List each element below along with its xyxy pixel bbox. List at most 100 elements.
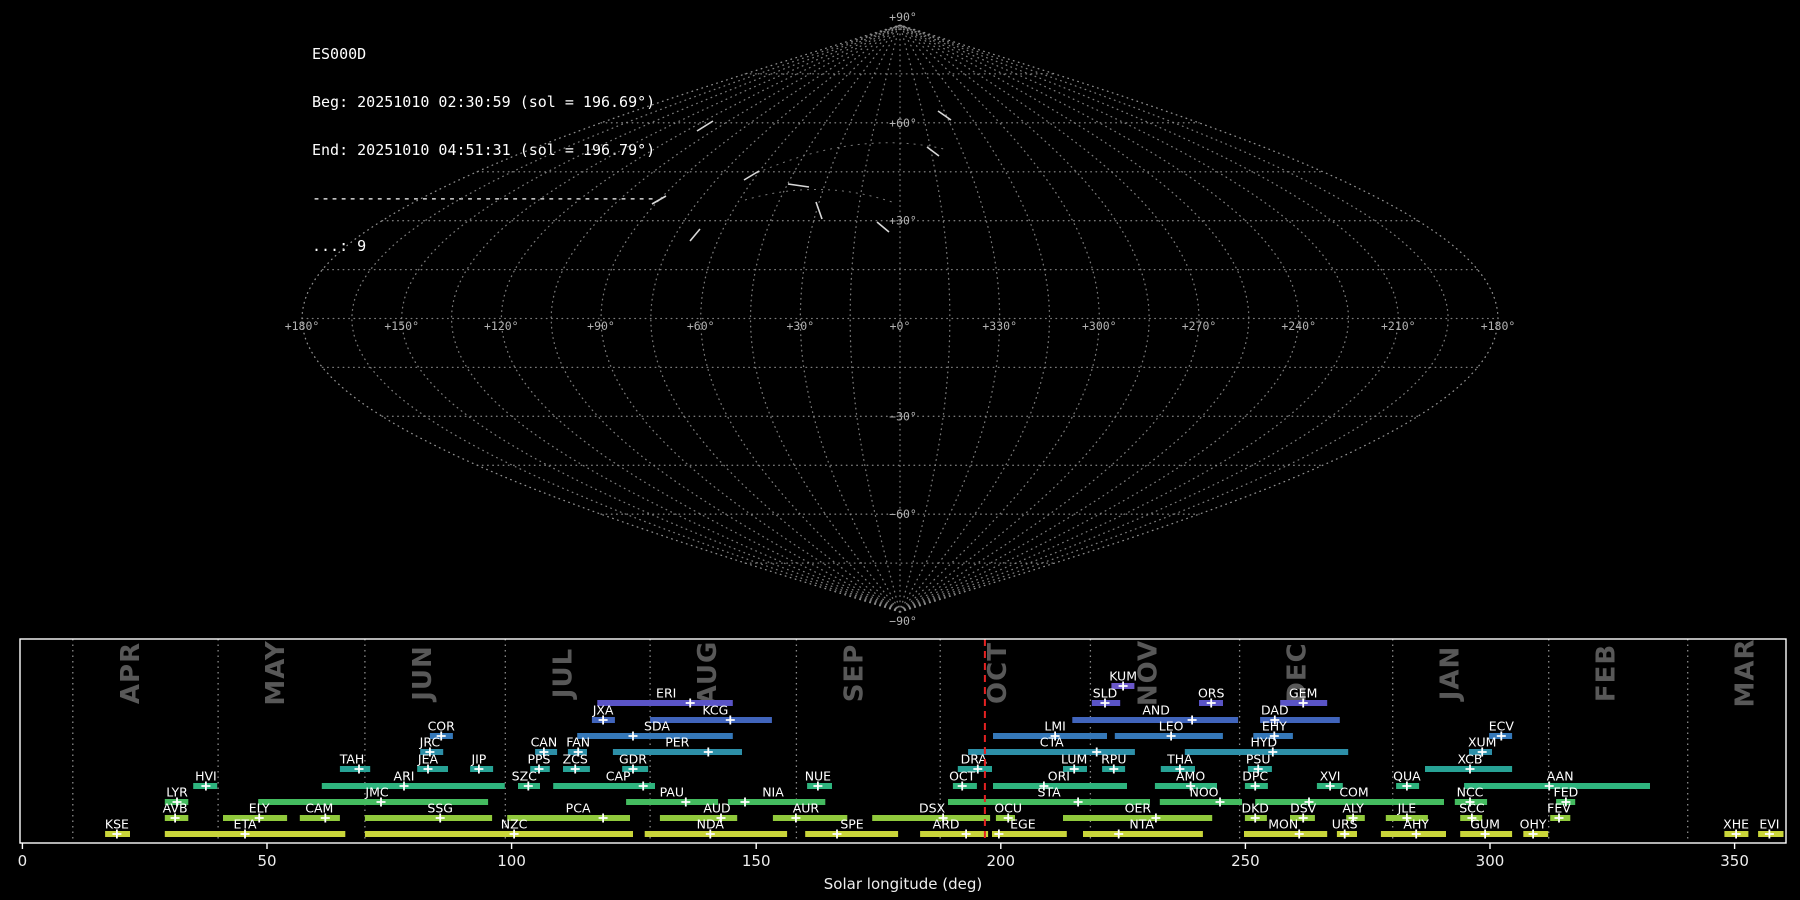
map-lon-label: +120°	[484, 319, 519, 333]
shower-code-PCA: PCA	[566, 801, 591, 816]
shower-code-AUD: AUD	[703, 801, 730, 816]
map-lon-label: +330°	[982, 319, 1017, 333]
drift-trail	[756, 142, 949, 174]
shower-code-SZC: SZC	[512, 769, 537, 784]
map-lon-label: +300°	[1082, 319, 1117, 333]
shower-code-ERI: ERI	[656, 686, 676, 701]
shower-code-ALY: ALY	[1342, 801, 1364, 816]
x-tick-label: 350	[1720, 852, 1749, 870]
shower-bar-AUR	[772, 815, 848, 821]
map-lat-label: −60°	[889, 507, 917, 521]
shower-code-NIA: NIA	[762, 785, 784, 800]
shower-peak-marker	[1187, 715, 1197, 725]
shower-code-CTA: CTA	[1040, 735, 1064, 750]
meteor-trail	[937, 110, 952, 121]
shower-code-CAM: CAM	[305, 801, 333, 816]
shower-code-OER: OER	[1125, 801, 1152, 816]
month-label: JUN	[408, 645, 438, 703]
shower-code-ARD: ARD	[933, 817, 960, 832]
shower-code-CAP: CAP	[606, 769, 631, 784]
shower-bar-SPE	[805, 831, 899, 837]
meteor-trail	[876, 221, 890, 233]
shower-code-PPS: PPS	[527, 752, 550, 767]
radiant-sky-map: +180° +150° +120° +90° +60° +30° +0° +330° +300°…	[285, 10, 1516, 628]
shower-code-ORS: ORS	[1198, 686, 1225, 701]
shower-code-PAU: PAU	[660, 785, 684, 800]
x-tick-label: 300	[1476, 852, 1505, 870]
shower-code-NOO: NOO	[1189, 785, 1218, 800]
shower-code-JMC: JMC	[364, 785, 388, 800]
shower-bar-JMC	[258, 799, 489, 805]
shower-code-THA: THA	[1166, 752, 1193, 767]
meteor-trail	[689, 228, 701, 242]
shower-code-DKD: DKD	[1241, 801, 1268, 816]
shower-peak-marker	[1114, 829, 1124, 839]
month-label: JUL	[548, 648, 578, 700]
shower-code-GUM: GUM	[1470, 817, 1500, 832]
shower-peak-marker	[994, 829, 1004, 839]
x-axis-title: Solar longitude (deg)	[824, 875, 982, 893]
map-lon-label: +60°	[687, 319, 715, 333]
shower-code-KUM: KUM	[1109, 669, 1137, 684]
month-label: SEP	[839, 644, 869, 703]
map-meridian	[899, 24, 1051, 613]
map-lon-label: +0°	[890, 319, 911, 333]
shower-code-JIP: JIP	[470, 752, 486, 767]
month-label: APR	[116, 642, 146, 704]
shower-code-AVB: AVB	[163, 801, 188, 816]
shower-code-ELY: ELY	[249, 801, 270, 816]
shower-code-LYR: LYR	[166, 785, 188, 800]
shower-code-DRA: DRA	[961, 752, 988, 767]
shower-bar-SDA	[577, 733, 733, 739]
shower-code-AND: AND	[1142, 703, 1170, 718]
shower-bar-DSX	[872, 815, 991, 821]
shower-peak-marker	[598, 813, 608, 823]
shower-code-STA: STA	[1038, 785, 1062, 800]
shower-code-DSV: DSV	[1290, 801, 1317, 816]
shower-code-FED: FED	[1554, 785, 1579, 800]
activity-timeline-chart: APR MAY JUN JUL AUG SEP OCT NOV DEC JAN FEB MARKUME…	[18, 638, 1787, 893]
month-label: NOV	[1133, 640, 1163, 706]
map-lon-label: +90°	[587, 319, 615, 333]
shower-code-RPU: RPU	[1101, 752, 1126, 767]
shower-code-SSG: SSG	[427, 801, 453, 816]
shower-code-EHY: EHY	[1262, 719, 1287, 734]
map-lon-label: +150°	[384, 319, 419, 333]
map-lon-label: +180°	[285, 319, 320, 333]
shower-code-KCG: KCG	[702, 703, 728, 718]
shower-code-ORI: ORI	[1048, 769, 1070, 784]
shower-code-MON: MON	[1268, 817, 1298, 832]
shower-bar-NZC	[364, 831, 633, 837]
shower-peak-marker	[638, 781, 648, 791]
map-lon-label: +180°	[1481, 319, 1516, 333]
shower-code-LEO: LEO	[1159, 719, 1184, 734]
shower-code-JEA: JEA	[417, 752, 439, 767]
shower-code-NCC: NCC	[1457, 785, 1484, 800]
meteor-trail	[815, 201, 823, 220]
shower-peak-marker	[1073, 797, 1083, 807]
shower-code-GEM: GEM	[1289, 686, 1317, 701]
shower-code-ECV: ECV	[1489, 719, 1515, 734]
x-tick-label: 200	[986, 852, 1015, 870]
shower-code-DPC: DPC	[1242, 769, 1268, 784]
meteor-trail	[651, 195, 667, 205]
x-tick-label: 250	[1231, 852, 1260, 870]
shower-code-NTA: NTA	[1129, 817, 1154, 832]
shower-code-EVI: EVI	[1759, 817, 1779, 832]
shower-code-TAH: TAH	[339, 752, 365, 767]
x-tick-label: 0	[18, 852, 28, 870]
shower-code-OCT: OCT	[949, 769, 976, 784]
shower-code-EGE: EGE	[1010, 817, 1036, 832]
drift-trail	[744, 188, 893, 203]
shower-peak-marker	[1092, 747, 1102, 757]
shower-code-SPE: SPE	[840, 817, 863, 832]
shower-code-XUM: XUM	[1468, 735, 1497, 750]
map-lon-label: +210°	[1381, 319, 1416, 333]
month-label: JAN	[1436, 646, 1466, 703]
month-label: FEB	[1592, 644, 1622, 702]
map-lat-label: +60°	[889, 116, 917, 130]
x-tick-label: 150	[742, 852, 771, 870]
shower-code-FEV: FEV	[1547, 801, 1571, 816]
shower-bar-ARD	[920, 831, 989, 837]
meteor-trail	[926, 146, 940, 157]
